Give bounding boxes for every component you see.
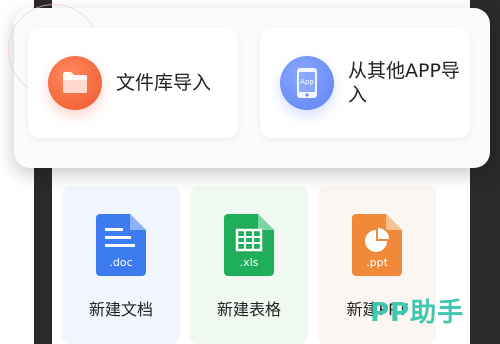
import-popup: 文件库导入 App 从其他APP导入 — [8, 4, 490, 168]
xls-file-icon: .xls — [224, 214, 274, 276]
import-from-other-app-button[interactable]: App 从其他APP导入 — [260, 28, 470, 138]
app-icon-text: App — [300, 78, 314, 86]
watermark: PP助手 — [370, 298, 465, 328]
new-spreadsheet-label: 新建表格 — [216, 300, 281, 319]
import-from-file-library-button[interactable]: 文件库导入 — [28, 28, 238, 138]
ppt-file-icon: .ppt — [352, 214, 402, 276]
xls-ext-text: .xls — [240, 256, 259, 269]
phone-app-icon: App — [280, 56, 334, 110]
file-library-label: 文件库导入 — [116, 72, 212, 94]
folder-icon — [48, 56, 102, 110]
new-spreadsheet-tile[interactable]: .xls 新建表格 — [190, 186, 308, 344]
doc-file-icon: .doc — [96, 214, 146, 276]
new-document-tile[interactable]: .doc 新建文档 — [62, 186, 180, 344]
ppt-ext-text: .ppt — [366, 256, 388, 269]
doc-ext-text: .doc — [109, 256, 132, 269]
other-app-label: 从其他APP导入 — [348, 60, 460, 106]
new-document-label: 新建文档 — [88, 300, 153, 319]
